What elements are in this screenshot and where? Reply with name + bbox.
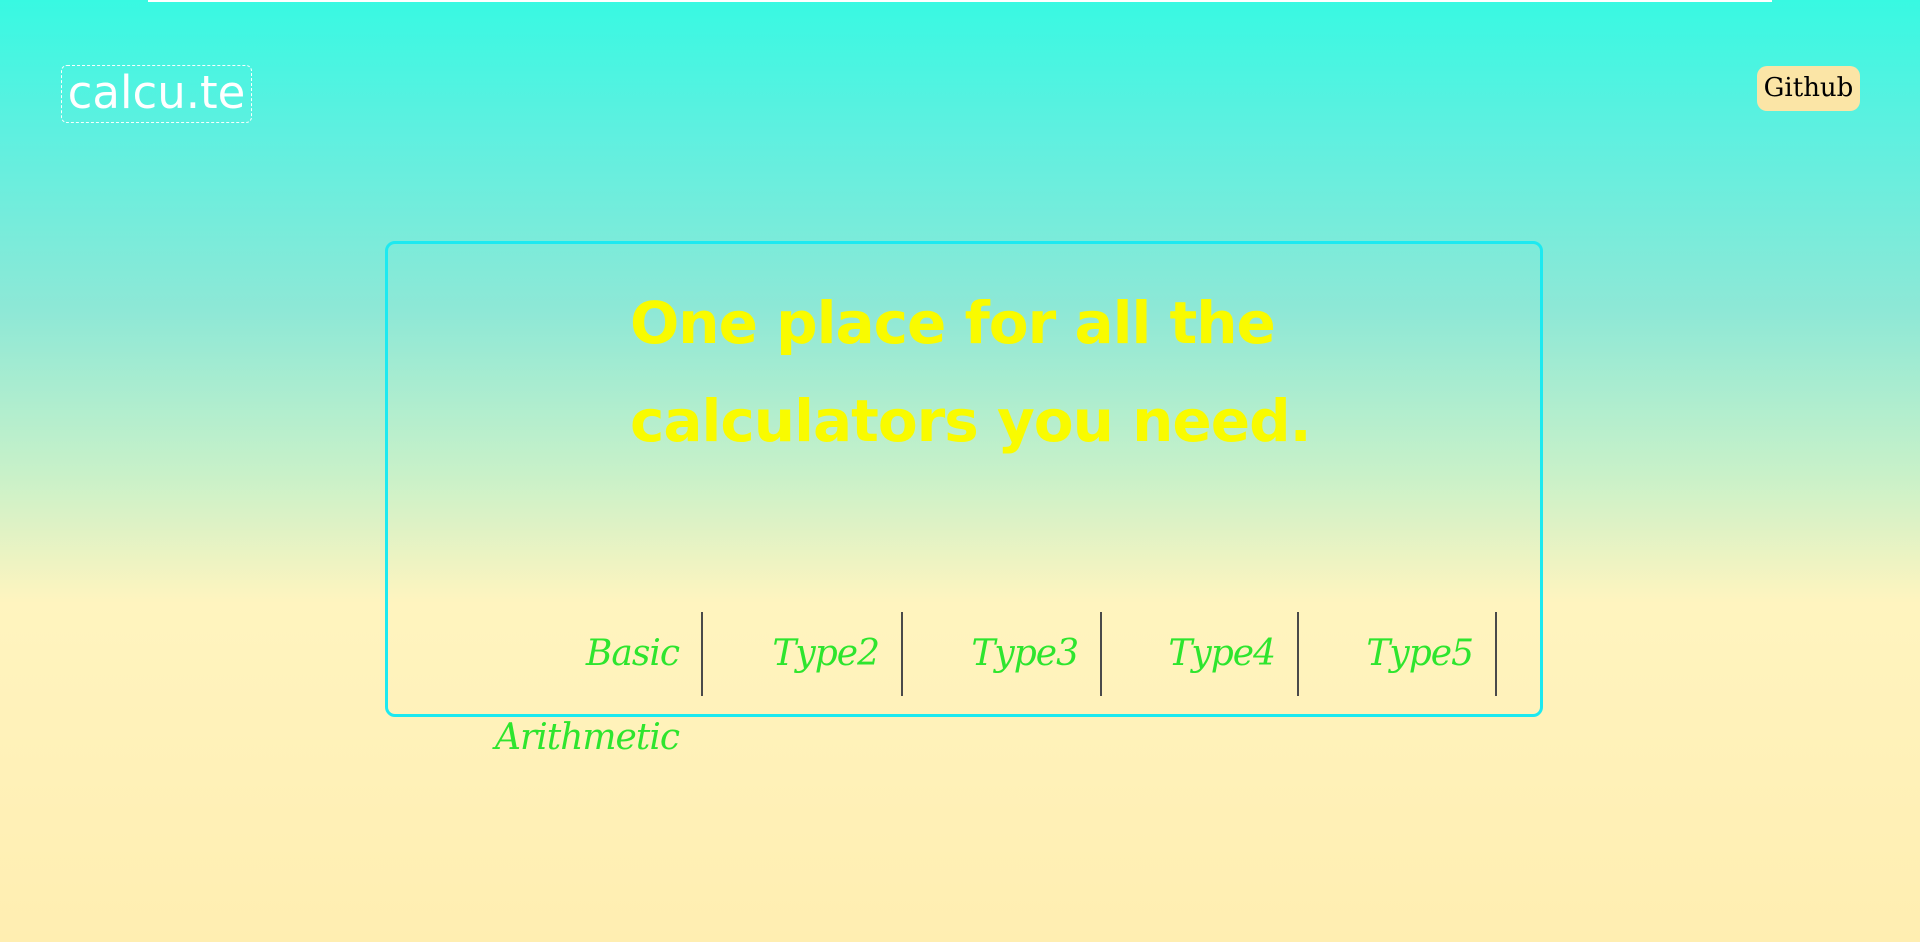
calculator-link-type5[interactable]: Type5 <box>1299 612 1497 696</box>
calculator-link-type2[interactable]: Type2 <box>703 612 903 696</box>
calculator-link-basic-arithmetic[interactable]: Basic Arithmetic <box>410 612 703 758</box>
site-logo[interactable]: calcu.te <box>61 65 252 123</box>
github-button[interactable]: Github <box>1757 66 1860 111</box>
hero-headline: One place for all the calculators you ne… <box>630 289 1312 455</box>
top-divider-line <box>148 0 1772 2</box>
calculator-link-type3[interactable]: Type3 <box>903 612 1102 696</box>
calculator-link-type4[interactable]: Type4 <box>1102 612 1299 696</box>
